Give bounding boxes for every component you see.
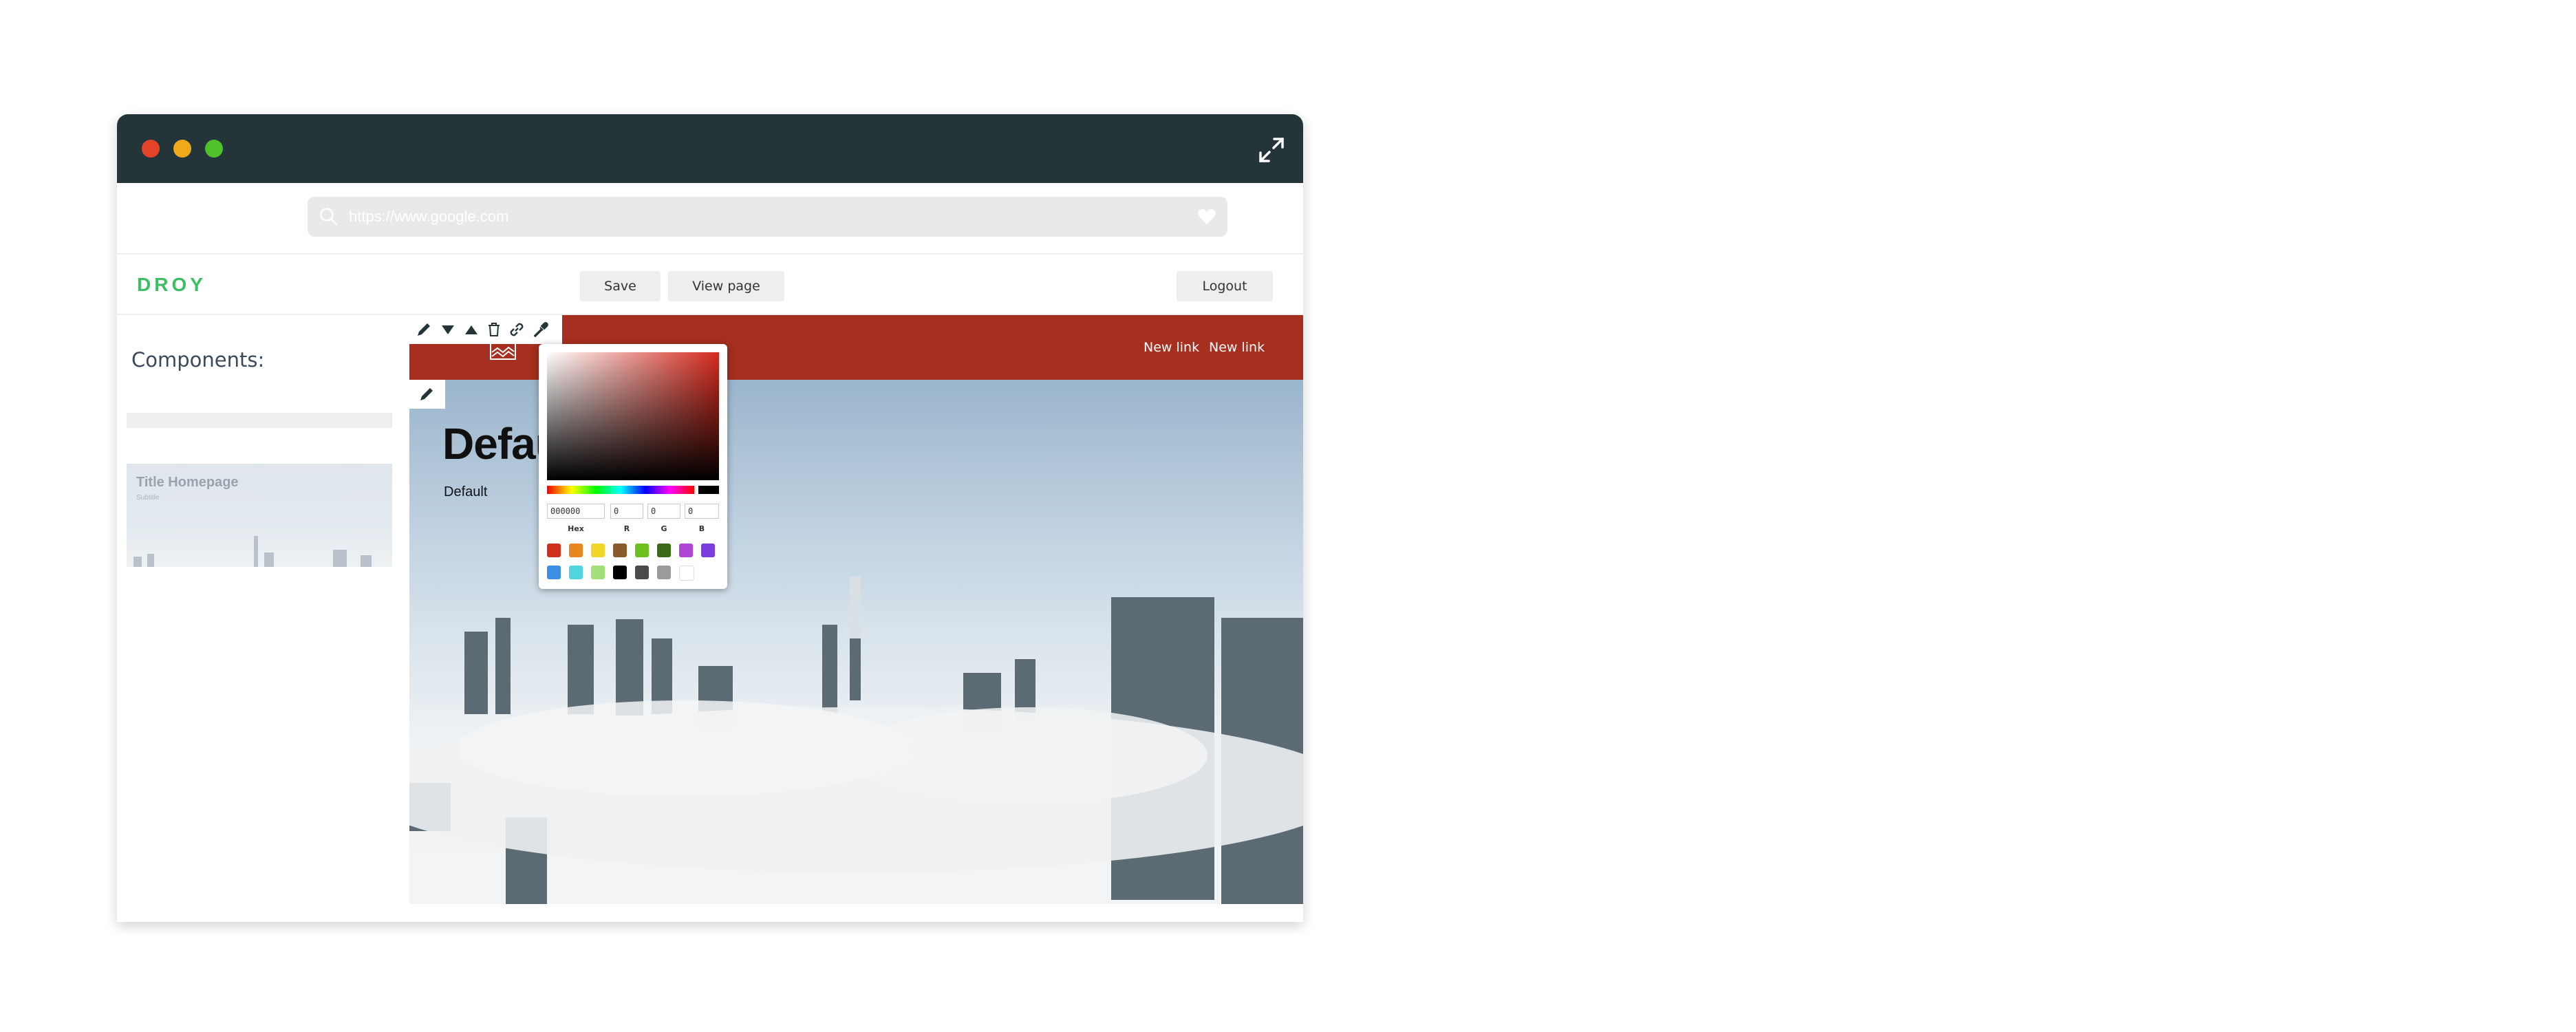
minimize-window-button[interactable]	[173, 140, 191, 158]
browser-titlebar	[117, 114, 1303, 183]
app-logo[interactable]: DROY	[137, 274, 206, 296]
color-swatch[interactable]	[613, 544, 627, 557]
saturation-value-area[interactable]	[547, 352, 719, 480]
color-swatch[interactable]	[657, 544, 671, 557]
red-label: R	[623, 524, 630, 533]
nav-link-2[interactable]: New link	[1209, 340, 1265, 355]
window-bottom	[117, 904, 1303, 922]
color-swatch[interactable]	[635, 544, 649, 557]
fullscreen-icon[interactable]	[1258, 136, 1285, 164]
red-input[interactable]: 0	[610, 504, 643, 519]
component-thumbnail-navbar[interactable]	[127, 413, 392, 428]
save-button[interactable]: Save	[580, 271, 661, 301]
trash-icon[interactable]	[485, 321, 503, 338]
thumbnail-subtitle: Subtitle	[136, 494, 160, 502]
green-input[interactable]: 0	[647, 504, 680, 519]
close-window-button[interactable]	[142, 140, 160, 158]
current-color-preview	[698, 486, 719, 494]
color-swatch[interactable]	[547, 544, 561, 557]
search-icon	[320, 208, 338, 226]
blue-input[interactable]: 0	[685, 504, 719, 519]
move-up-icon[interactable]	[462, 321, 480, 338]
link-icon[interactable]	[508, 321, 526, 338]
maximize-window-button[interactable]	[205, 140, 223, 158]
hex-input[interactable]: 000000	[547, 504, 605, 519]
color-swatch[interactable]	[657, 566, 671, 579]
pencil-icon[interactable]	[415, 321, 433, 338]
hex-label: Hex	[568, 524, 584, 533]
hero-subtitle[interactable]: Default	[444, 484, 487, 500]
pencil-icon	[420, 388, 433, 400]
blue-label: B	[698, 524, 705, 533]
thumbnail-skyline-image	[133, 536, 372, 567]
color-swatch[interactable]	[591, 544, 605, 557]
view-page-button[interactable]: View page	[668, 271, 784, 301]
color-swatch[interactable]	[701, 544, 715, 557]
edit-section-button[interactable]	[409, 380, 445, 409]
color-picker-icon[interactable]	[532, 321, 550, 338]
browser-window: https://www.google.com DROY Save View pa…	[117, 114, 1303, 922]
element-toolbar	[409, 315, 562, 344]
url-text: https://www.google.com	[349, 208, 509, 225]
thumbnail-title: Title Homepage	[136, 475, 239, 490]
address-bar[interactable]: https://www.google.com	[308, 197, 1227, 237]
color-swatch[interactable]	[547, 566, 561, 579]
nav-link-1[interactable]: New link	[1144, 340, 1199, 355]
hue-slider[interactable]	[547, 486, 694, 494]
app-topbar: DROY Save View page Logout	[117, 253, 1303, 315]
move-down-icon[interactable]	[439, 321, 457, 338]
color-swatch[interactable]	[569, 566, 583, 579]
heart-icon[interactable]	[1197, 208, 1216, 226]
components-title: Components:	[131, 348, 265, 372]
color-swatch[interactable]	[679, 566, 694, 581]
color-swatch[interactable]	[591, 566, 605, 579]
component-thumbnail-hero[interactable]: Title Homepage Subtitle	[127, 464, 392, 567]
green-label: G	[661, 524, 667, 533]
color-swatch[interactable]	[613, 566, 627, 579]
color-swatch[interactable]	[569, 544, 583, 557]
components-sidebar: Components: Title Homepage Subtitle	[117, 315, 409, 922]
color-picker-popup: 000000 0 0 0 Hex R G B	[539, 344, 727, 589]
city-skyline-image	[409, 577, 1303, 904]
color-swatch[interactable]	[635, 566, 649, 579]
color-swatch[interactable]	[679, 544, 693, 557]
logout-button[interactable]: Logout	[1177, 271, 1273, 301]
